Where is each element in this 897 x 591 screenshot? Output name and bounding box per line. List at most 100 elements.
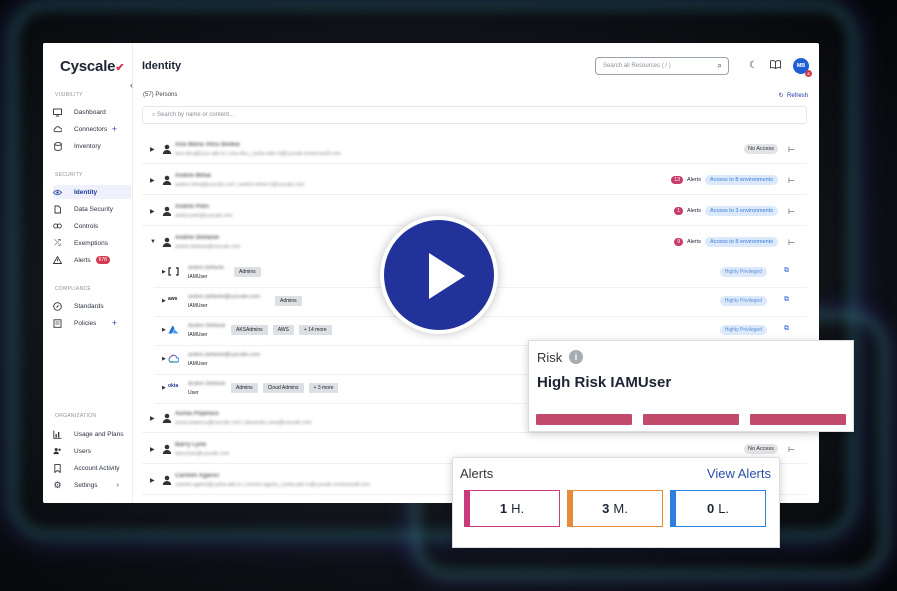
privilege-badge: Highly Privileged xyxy=(719,267,767,277)
gcp-icon xyxy=(168,354,180,364)
sidebar: Cyscale✔ ‹ VISIBILITY Dashboard Connecto… xyxy=(43,43,133,503)
view-alerts-link[interactable]: View Alerts xyxy=(707,466,771,481)
info-icon[interactable]: i xyxy=(569,350,583,364)
group-tag: AKSAdmins xyxy=(231,325,268,335)
expand-arrow-icon[interactable]: ▶ xyxy=(150,208,155,215)
refresh-button[interactable]: ↻ Refresh xyxy=(779,92,808,99)
alerts-count-badge: 13 xyxy=(671,176,683,184)
global-search-input[interactable]: Search all Resources ( / ) ⌕ xyxy=(595,57,729,75)
expand-arrow-icon[interactable]: ▶ xyxy=(162,385,166,391)
add-connector-button[interactable]: + xyxy=(112,124,117,134)
section-security: SECURITY xyxy=(55,172,83,178)
alerts-count-badge: 1 xyxy=(674,207,683,215)
data-icon xyxy=(53,205,62,214)
more-tags[interactable]: + 14 more xyxy=(298,325,332,335)
group-tag: Admins xyxy=(231,383,258,393)
alerts-count-badge: 9 xyxy=(674,238,683,246)
sidebar-item-connectors[interactable]: Connectors + xyxy=(53,122,131,136)
section-organization: ORGANIZATION xyxy=(55,413,97,419)
sidebar-item-account-activity[interactable]: Account Activity xyxy=(53,461,131,475)
row-menu-icon[interactable]: ⊢ xyxy=(788,238,795,247)
sidebar-item-data-security[interactable]: Data Security xyxy=(53,202,131,216)
warning-icon xyxy=(53,256,62,265)
collapse-arrow-icon[interactable]: ▼ xyxy=(150,239,156,245)
external-link-icon[interactable]: ⧉ xyxy=(784,267,789,275)
person-row[interactable]: ▶ Andrei Petri andrei.petri@cyscale.com … xyxy=(142,198,807,226)
expand-arrow-icon[interactable]: ▶ xyxy=(162,327,166,333)
row-menu-icon[interactable]: ⊢ xyxy=(788,445,795,454)
compass-icon xyxy=(53,301,62,311)
more-tags[interactable]: + 3 more xyxy=(308,383,339,393)
sidebar-item-exemptions[interactable]: ⤮ Exemptions xyxy=(53,236,131,250)
expand-arrow-icon[interactable]: ▶ xyxy=(162,269,166,275)
person-icon xyxy=(162,206,172,216)
person-icon xyxy=(162,144,172,154)
alerts-count-badge: 678 xyxy=(95,256,110,264)
avatar[interactable]: MB 2 xyxy=(793,58,812,77)
external-link-icon[interactable]: ⧉ xyxy=(784,325,789,333)
group-tag: Admins xyxy=(275,296,302,306)
database-icon xyxy=(53,141,62,151)
add-policy-button[interactable]: + xyxy=(112,318,117,328)
section-compliance: COMPLIANCE xyxy=(55,286,92,292)
sidebar-item-alerts[interactable]: Alerts 678 xyxy=(53,253,131,267)
person-row[interactable]: ▶ Ana Maria Vilcu Bodea ana.vilcu@cysc-a… xyxy=(142,136,807,164)
play-video-button[interactable] xyxy=(380,216,498,334)
person-search-input[interactable]: ⌕ Search by name or content... xyxy=(142,106,807,124)
risk-bar xyxy=(643,414,739,425)
low-alerts-box[interactable]: 0 L. xyxy=(670,490,766,527)
azure-icon xyxy=(168,325,180,335)
sidebar-item-settings[interactable]: ⚙ Settings › xyxy=(53,478,131,492)
section-visibility: VISIBILITY xyxy=(55,92,83,98)
group-tag: Cloud Admins xyxy=(262,383,304,393)
dark-mode-icon[interactable]: ☾ xyxy=(749,60,758,71)
eye-icon xyxy=(53,188,62,197)
expand-arrow-icon[interactable]: ▶ xyxy=(150,477,155,484)
logo[interactable]: Cyscale✔ xyxy=(60,58,125,75)
expand-arrow-icon[interactable]: ▶ xyxy=(150,415,155,422)
aws-icon xyxy=(168,267,180,277)
sidebar-item-standards[interactable]: Standards xyxy=(53,299,131,313)
chevron-right-icon: › xyxy=(116,481,119,489)
sidebar-item-policies[interactable]: Policies + xyxy=(53,316,131,330)
docs-book-icon[interactable] xyxy=(770,60,781,72)
sidebar-item-dashboard[interactable]: Dashboard xyxy=(53,105,131,119)
expand-arrow-icon[interactable]: ▶ xyxy=(162,356,166,362)
expand-arrow-icon[interactable]: ▶ xyxy=(150,177,155,184)
page-title: Identity xyxy=(142,60,182,72)
monitor-icon xyxy=(53,108,62,117)
okta-icon: okta xyxy=(168,383,179,389)
expand-arrow-icon[interactable]: ▶ xyxy=(150,146,155,153)
privilege-badge: Highly Privileged xyxy=(719,296,767,306)
external-link-icon[interactable]: ⧉ xyxy=(784,296,789,304)
risk-bar xyxy=(536,414,632,425)
row-menu-icon[interactable]: ⊢ xyxy=(788,207,795,216)
expand-arrow-icon[interactable]: ▶ xyxy=(162,298,166,304)
person-icon xyxy=(162,175,172,185)
sidebar-item-controls[interactable]: Controls xyxy=(53,219,131,233)
expand-arrow-icon[interactable]: ▶ xyxy=(150,446,155,453)
high-alerts-box[interactable]: 1 H. xyxy=(464,490,560,527)
row-menu-icon[interactable]: ⊢ xyxy=(788,176,795,185)
medium-alerts-box[interactable]: 3 M. xyxy=(567,490,663,527)
sidebar-item-usage[interactable]: Usage and Plans xyxy=(53,427,131,441)
users-icon xyxy=(53,447,62,456)
person-row[interactable]: ▶ Andrei Mihai andrei.mihai@cyscale.com … xyxy=(142,167,807,195)
persons-count: (57) Persons xyxy=(143,92,178,98)
risk-headline: High Risk IAMUser xyxy=(537,374,672,391)
controls-icon xyxy=(53,222,62,231)
sidebar-item-users[interactable]: Users xyxy=(53,444,131,458)
group-tag: AWS xyxy=(272,325,294,335)
aws-icon: aws xyxy=(168,296,178,302)
privilege-badge: Highly Privileged xyxy=(719,325,767,335)
access-badge: Access to 8 environments xyxy=(705,175,779,185)
sidebar-item-identity[interactable]: Identity xyxy=(53,185,131,199)
row-menu-icon[interactable]: ⊢ xyxy=(788,145,795,154)
person-icon xyxy=(162,237,172,247)
play-icon xyxy=(429,253,465,299)
person-icon xyxy=(162,475,172,485)
sidebar-item-inventory[interactable]: Inventory xyxy=(53,139,131,153)
person-icon xyxy=(162,413,172,423)
search-icon: ⌕ xyxy=(152,112,156,118)
exemptions-icon: ⤮ xyxy=(54,238,61,247)
